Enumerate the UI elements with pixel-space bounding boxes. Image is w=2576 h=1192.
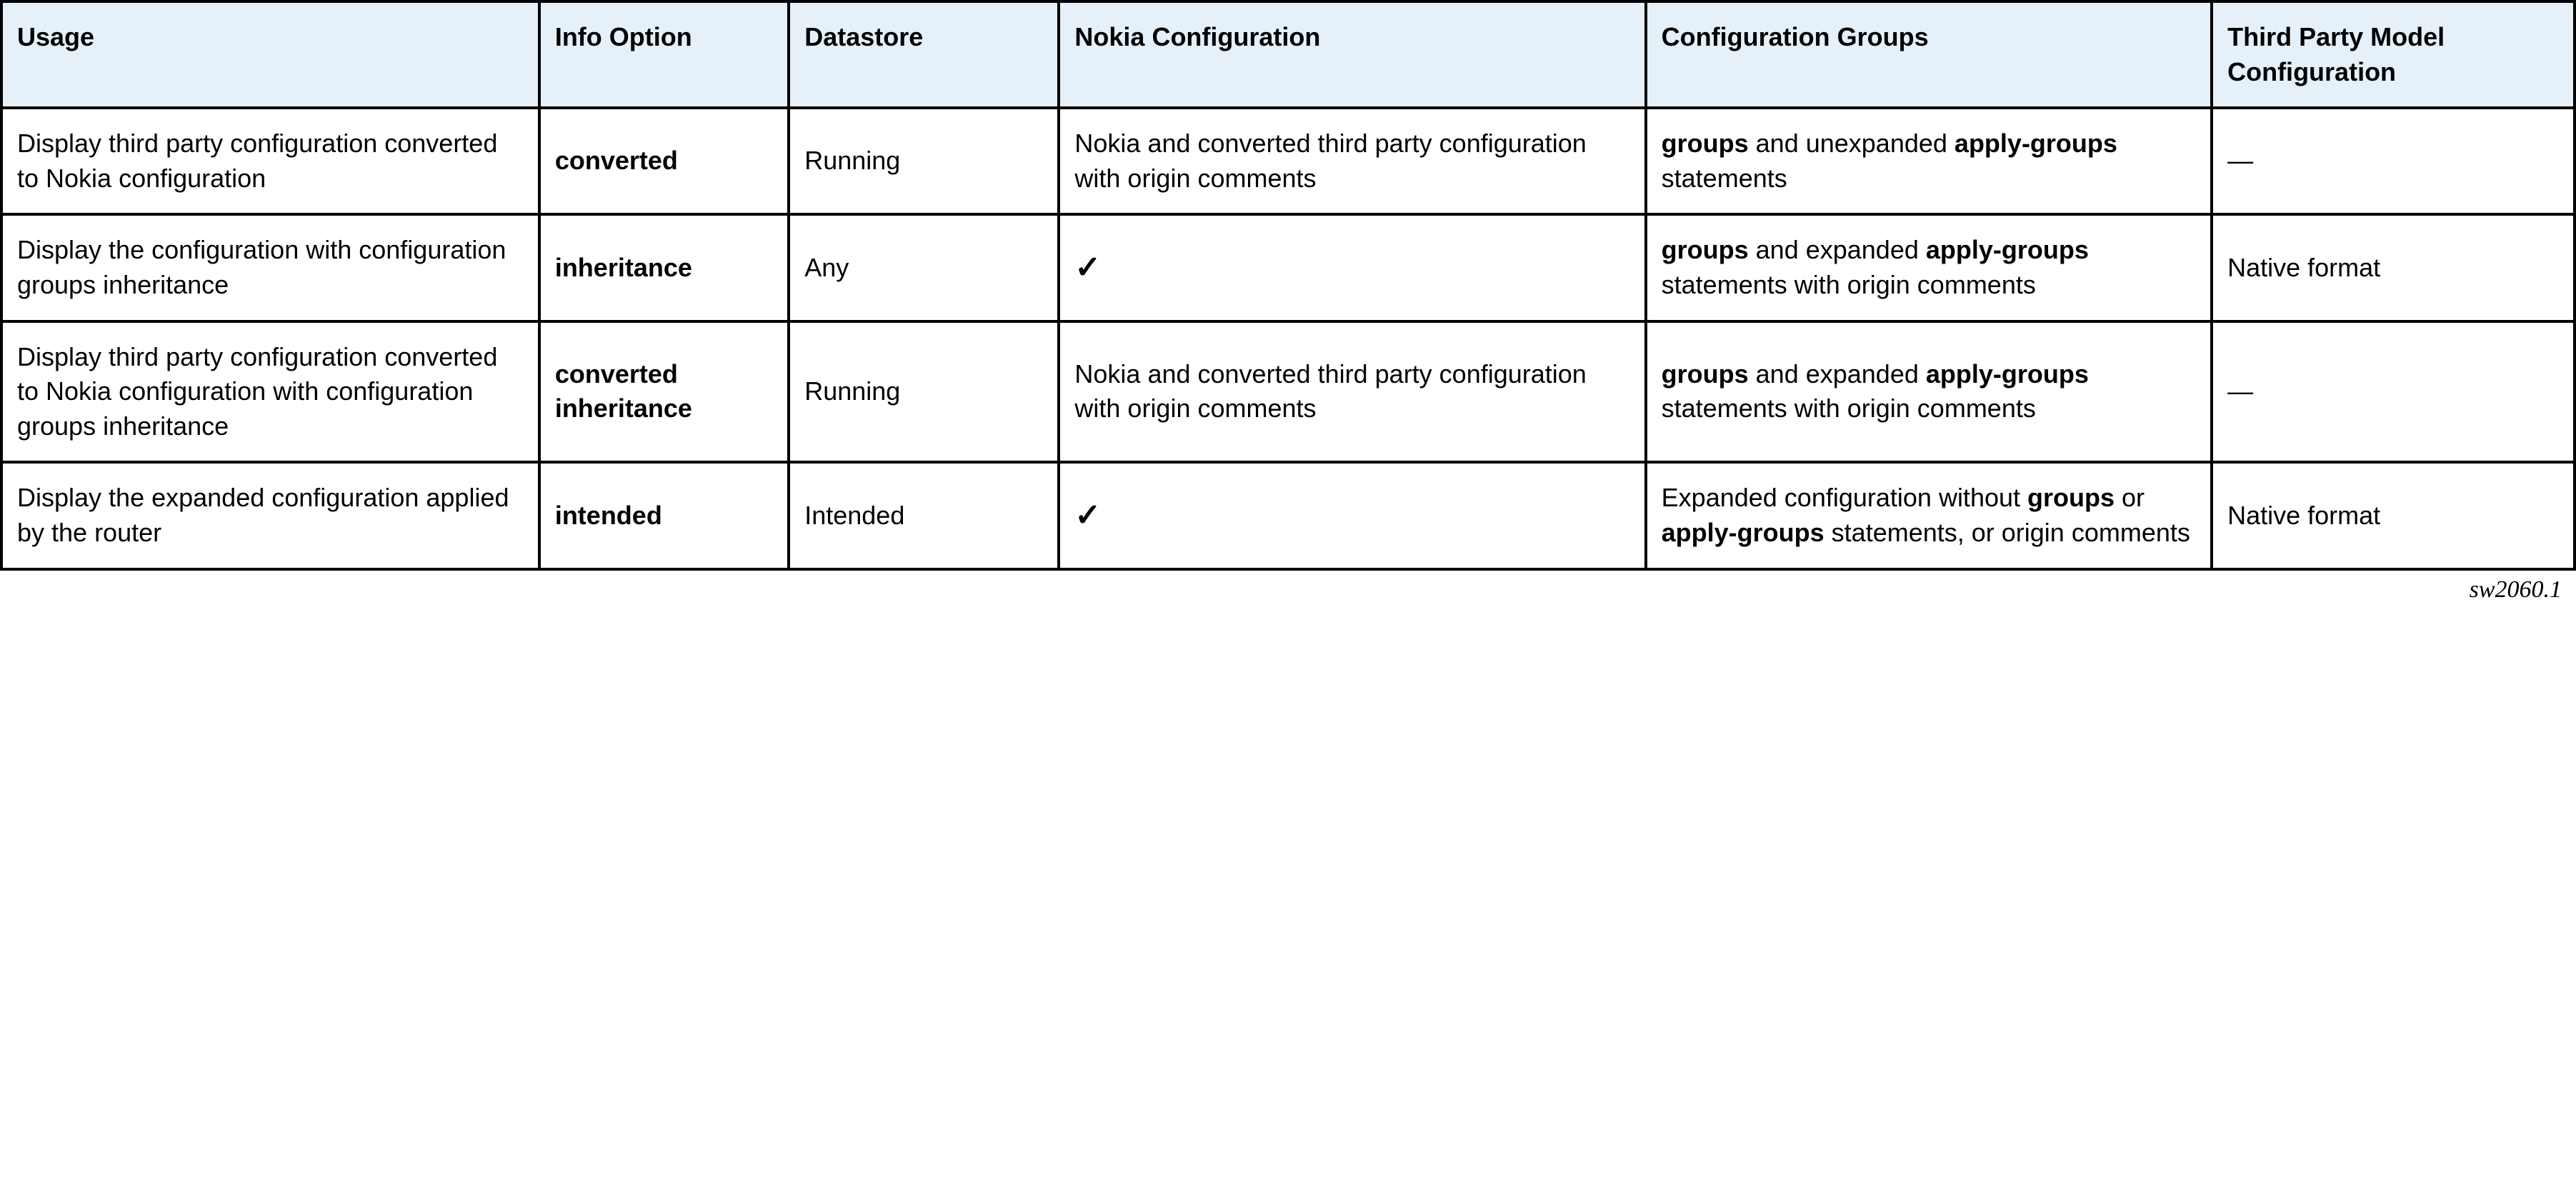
cell-third-party: Native format <box>2212 462 2575 569</box>
header-datastore: Datastore <box>789 1 1059 108</box>
checkmark-icon: ✓ <box>1074 498 1101 533</box>
cell-third-party: — <box>2212 321 2575 463</box>
cg-text: Expanded configuration without <box>1662 483 2027 512</box>
cg-text: statements with origin comments <box>1662 394 2036 423</box>
cell-datastore: Intended <box>789 462 1059 569</box>
checkmark-icon: ✓ <box>1074 250 1101 285</box>
cg-bold1: groups <box>1662 235 1749 264</box>
header-third-party: Third Party Model Configuration <box>2212 1 2575 108</box>
info-option-value: converted <box>555 146 678 175</box>
table-header-row: Usage Info Option Datastore Nokia Config… <box>1 1 2575 108</box>
info-option-value: converted inheritance <box>555 359 692 424</box>
cell-nokia-config: ✓ <box>1059 214 1645 321</box>
cg-bold1: groups <box>2027 483 2115 512</box>
cell-info-option: intended <box>539 462 789 569</box>
cell-info-option: converted <box>539 108 789 214</box>
cg-bold2: apply-groups <box>1926 235 2089 264</box>
info-option-value: intended <box>555 501 662 530</box>
cg-text: and expanded <box>1749 359 1926 389</box>
cell-usage: Display the configuration with configura… <box>1 214 539 321</box>
cg-bold1: groups <box>1662 359 1749 389</box>
cell-config-groups: Expanded configuration without groups or… <box>1646 462 2212 569</box>
cg-bold2: apply-groups <box>1662 518 1824 547</box>
cell-info-option: converted inheritance <box>539 321 789 463</box>
header-nokia-config: Nokia Configuration <box>1059 1 1645 108</box>
cg-text: statements <box>1662 164 1787 193</box>
cell-usage: Display the expanded configuration appli… <box>1 462 539 569</box>
cell-datastore: Any <box>789 214 1059 321</box>
cg-text: and unexpanded <box>1749 129 1955 158</box>
cell-nokia-config: Nokia and converted third party configur… <box>1059 108 1645 214</box>
cell-config-groups: groups and unexpanded apply-groups state… <box>1646 108 2212 214</box>
table-row: Display the expanded configuration appli… <box>1 462 2575 569</box>
cg-text: or <box>2115 483 2145 512</box>
header-config-groups: Configuration Groups <box>1646 1 2212 108</box>
cell-usage: Display third party configuration conver… <box>1 321 539 463</box>
cell-datastore: Running <box>789 108 1059 214</box>
cell-third-party: — <box>2212 108 2575 214</box>
table-row: Display the configuration with configura… <box>1 214 2575 321</box>
cell-third-party: Native format <box>2212 214 2575 321</box>
cell-config-groups: groups and expanded apply-groups stateme… <box>1646 321 2212 463</box>
figure-caption: sw2060.1 <box>0 571 2576 603</box>
table-row: Display third party configuration conver… <box>1 108 2575 214</box>
cg-bold1: groups <box>1662 129 1749 158</box>
header-info-option: Info Option <box>539 1 789 108</box>
cg-text: statements, or origin comments <box>1824 518 2190 547</box>
cg-text: and expanded <box>1749 235 1926 264</box>
info-option-value: inheritance <box>555 253 692 282</box>
cell-nokia-config: Nokia and converted third party configur… <box>1059 321 1645 463</box>
cell-datastore: Running <box>789 321 1059 463</box>
cg-bold2: apply-groups <box>1926 359 2089 389</box>
cg-bold2: apply-groups <box>1955 129 2117 158</box>
cell-usage: Display third party configuration conver… <box>1 108 539 214</box>
cg-text: statements with origin comments <box>1662 270 2036 299</box>
table-row: Display third party configuration conver… <box>1 321 2575 463</box>
table-container: Usage Info Option Datastore Nokia Config… <box>0 0 2576 603</box>
cell-nokia-config: ✓ <box>1059 462 1645 569</box>
header-usage: Usage <box>1 1 539 108</box>
cell-config-groups: groups and expanded apply-groups stateme… <box>1646 214 2212 321</box>
config-table: Usage Info Option Datastore Nokia Config… <box>0 0 2576 571</box>
cell-info-option: inheritance <box>539 214 789 321</box>
